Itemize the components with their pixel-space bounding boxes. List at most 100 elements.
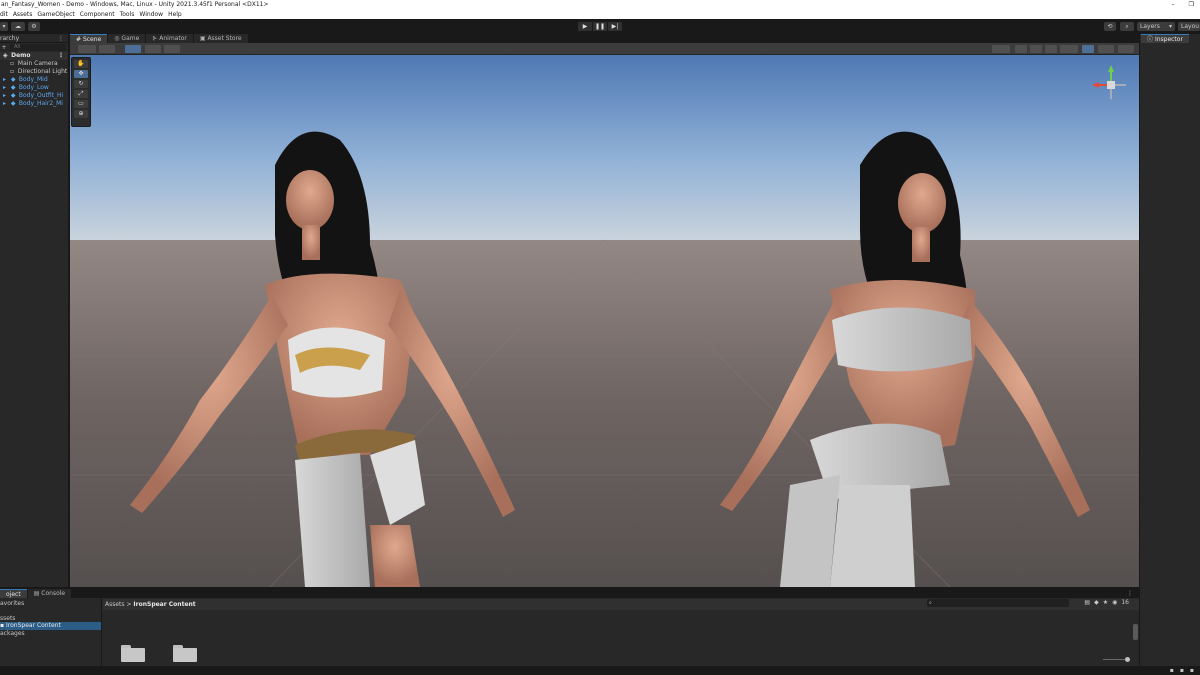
move-tool-icon[interactable]: ✥ xyxy=(74,70,88,78)
project-search-input[interactable]: ⌕ xyxy=(927,599,1069,607)
hierarchy-tab[interactable]: rarchy ⋮ xyxy=(0,34,68,43)
expand-arrow-icon[interactable]: ▸ xyxy=(3,76,9,84)
gizmos-dropdown[interactable] xyxy=(1118,45,1134,53)
account-dropdown[interactable]: ▾ xyxy=(0,22,8,31)
folder-icon[interactable] xyxy=(121,645,145,662)
scene-viewport[interactable]: ✋ ✥ ↻ ⤢ ▭ ⊕ xyxy=(70,55,1139,587)
hierarchy-item-label: Directional Light xyxy=(17,68,68,75)
add-icon[interactable]: + xyxy=(0,44,8,51)
animator-icon: ⊱ xyxy=(152,35,158,42)
hierarchy-item[interactable]: ▫ Directional Light xyxy=(0,68,68,76)
tree-item-assets[interactable]: ssets xyxy=(0,615,101,623)
project-tree: avorites ssets ▪ IronSpear Content ackag… xyxy=(0,599,102,667)
transform-tool-icon[interactable]: ⊕ xyxy=(74,110,88,118)
scene-root[interactable]: ◈ Demo ⋮ xyxy=(0,52,68,60)
menu-bar: dit Assets GameObject Component Tools Wi… xyxy=(0,10,1200,19)
scene-options-icon[interactable]: ⋮ xyxy=(58,52,64,60)
hierarchy-search-input[interactable]: All xyxy=(10,44,66,51)
layers-dropdown[interactable]: Layers ▾ xyxy=(1137,22,1175,31)
breadcrumb-current[interactable]: IronSpear Content xyxy=(133,601,195,608)
menu-edit[interactable]: dit xyxy=(0,10,8,19)
expand-arrow-icon[interactable]: ▸ xyxy=(3,84,9,92)
folder-icon: ▪ xyxy=(0,622,5,629)
play-button[interactable]: ▶ xyxy=(578,22,592,31)
scrollbar-thumb[interactable] xyxy=(1133,624,1138,640)
character-right[interactable] xyxy=(720,131,1090,587)
hierarchy-item[interactable]: ▸ ◆ Body_Hair2_Mi xyxy=(0,100,68,108)
window-title-bar: an_Fantasy_Women - Demo - Windows, Mac, … xyxy=(0,0,1200,10)
menu-gameobject[interactable]: GameObject xyxy=(37,10,74,19)
restore-icon[interactable]: ❐ xyxy=(1189,0,1194,10)
cloud-icon[interactable]: ☁ xyxy=(11,22,25,31)
minimize-icon[interactable]: – xyxy=(1172,0,1175,10)
panel-lock-icon[interactable]: ⋮ xyxy=(1127,590,1133,597)
collab-icon[interactable]: ⚙ xyxy=(28,22,40,31)
pivot-toggle[interactable] xyxy=(125,45,141,53)
more-options-icon[interactable]: ⋮ xyxy=(58,34,64,43)
camera-icon[interactable] xyxy=(1082,45,1094,53)
scene-camera-dropdown[interactable] xyxy=(1098,45,1114,53)
tab-label: Game xyxy=(121,35,140,42)
tab-asset-store[interactable]: ▣ Asset Store xyxy=(193,34,248,43)
rotate-tool-icon[interactable]: ↻ xyxy=(74,80,88,88)
project-filter-icons: ▤ ◆ ★ ◉ 16 xyxy=(1084,599,1129,607)
tab-project[interactable]: oject xyxy=(0,589,27,598)
history-icon[interactable]: ⟲ xyxy=(1104,22,1116,31)
render-mode-dropdown[interactable] xyxy=(99,45,115,53)
search-icon[interactable]: ⌕ xyxy=(1120,22,1134,31)
step-button[interactable]: ▶| xyxy=(608,22,622,31)
hidden-count: 16 xyxy=(1121,599,1129,606)
folder-icon[interactable] xyxy=(173,645,197,662)
menu-help[interactable]: Help xyxy=(168,10,182,19)
filter-type-icon[interactable]: ▤ xyxy=(1084,599,1090,607)
2d-toggle[interactable] xyxy=(1015,45,1027,53)
search-placeholder: All xyxy=(14,44,21,50)
menu-assets[interactable]: Assets xyxy=(13,10,33,19)
tab-inspector[interactable]: ⓘ Inspector xyxy=(1141,34,1189,43)
pause-button[interactable]: ❚❚ xyxy=(593,22,607,31)
progress-icon[interactable]: ▪ xyxy=(1180,667,1184,674)
effects-dropdown[interactable] xyxy=(1060,45,1078,53)
tab-game[interactable]: ◎ Game xyxy=(108,34,146,43)
hidden-packages-icon[interactable]: ◉ xyxy=(1112,599,1117,607)
hierarchy-item[interactable]: ▸ ◆ Body_Outfit_Hi xyxy=(0,92,68,100)
orientation-dropdown[interactable] xyxy=(992,45,1010,53)
tab-animator[interactable]: ⊱ Animator xyxy=(146,34,193,43)
draw-mode-dropdown[interactable] xyxy=(78,45,96,53)
tab-label: Asset Store xyxy=(207,35,242,42)
expand-arrow-icon[interactable]: ▸ xyxy=(3,92,9,100)
expand-arrow-icon[interactable]: ▸ xyxy=(3,100,9,108)
filter-label-icon[interactable]: ◆ xyxy=(1094,599,1099,607)
chevron-down-icon: ▾ xyxy=(1168,23,1172,30)
orientation-gizmo-icon[interactable] xyxy=(1088,63,1134,115)
hierarchy-item[interactable]: ▸ ◆ Body_Low xyxy=(0,84,68,92)
lighting-icon[interactable] xyxy=(1030,45,1042,53)
breadcrumb-root[interactable]: Assets xyxy=(105,601,125,608)
hierarchy-tab-label: rarchy xyxy=(0,35,20,42)
menu-component[interactable]: Component xyxy=(80,10,115,19)
hierarchy-item[interactable]: ▫ Main Camera xyxy=(0,60,68,68)
tree-item-ironspear[interactable]: ▪ IronSpear Content xyxy=(0,622,101,630)
tab-console[interactable]: ▤ Console xyxy=(27,589,72,598)
menu-window[interactable]: Window xyxy=(139,10,163,19)
hierarchy-item[interactable]: ▸ ◆ Body_Mid xyxy=(0,76,68,84)
favorite-icon[interactable]: ★ xyxy=(1103,599,1108,607)
hand-tool-icon[interactable]: ✋ xyxy=(74,60,88,68)
scale-tool-icon[interactable]: ⤢ xyxy=(74,90,88,98)
project-content: Assets > IronSpear Content xyxy=(103,599,1139,667)
unity-scene-icon: ◈ xyxy=(3,52,8,59)
tree-item-packages[interactable]: ackages xyxy=(0,630,101,638)
zoom-slider-handle[interactable] xyxy=(1125,657,1130,662)
snap-dropdown[interactable] xyxy=(164,45,180,53)
tab-scene[interactable]: # Scene xyxy=(70,34,108,43)
audio-icon[interactable] xyxy=(1045,45,1057,53)
character-left[interactable] xyxy=(130,131,515,587)
global-local-toggle[interactable] xyxy=(145,45,161,53)
rect-tool-icon[interactable]: ▭ xyxy=(74,100,88,108)
menu-tools[interactable]: Tools xyxy=(120,10,135,19)
cache-server-icon[interactable]: ▪ xyxy=(1170,667,1174,674)
debug-icon[interactable]: ▪ xyxy=(1190,667,1194,674)
layout-dropdown[interactable]: Layou xyxy=(1178,22,1200,31)
favorites-header[interactable]: avorites xyxy=(0,600,101,608)
scene-view-panel: # Scene ◎ Game ⊱ Animator ▣ Asset Store xyxy=(70,34,1139,587)
